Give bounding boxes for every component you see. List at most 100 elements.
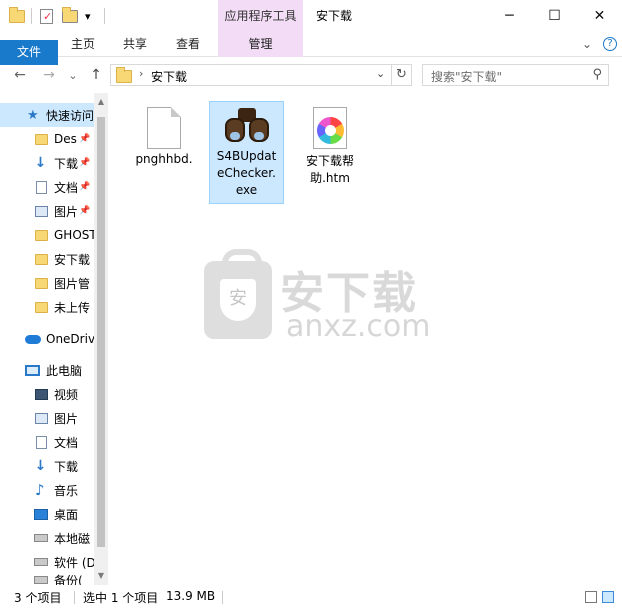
nav-label: 下载: [54, 156, 79, 171]
maximize-button[interactable]: ☐: [532, 0, 577, 32]
nav-item-documents[interactable]: 文档 📌: [0, 175, 94, 199]
recent-locations-button[interactable]: ⌄: [63, 65, 83, 85]
nav-label: 文档: [54, 180, 79, 195]
nav-label: 此电脑: [46, 363, 83, 378]
watermark-bag-icon: 安: [204, 249, 272, 339]
nav-item-music[interactable]: ♪ 音乐: [0, 478, 94, 502]
binoculars-icon: [224, 106, 270, 144]
search-placeholder: 搜索"安下载": [431, 70, 503, 84]
address-bar[interactable]: › 安下载 ⌄ ↻: [110, 64, 412, 86]
nav-label: 未上传: [54, 300, 91, 315]
nav-item-videos[interactable]: 视频: [0, 382, 94, 406]
forward-button[interactable]: →: [39, 65, 59, 85]
window-title: 安下载: [316, 9, 353, 23]
refresh-button[interactable]: ↻: [391, 65, 411, 85]
nav-label: 图片管: [54, 276, 91, 291]
status-selection: 选中 1 个项目: [83, 591, 159, 605]
nav-item-desktop[interactable]: Des 📌: [0, 127, 94, 151]
nav-label: 图片: [54, 204, 79, 219]
nav-label: 软件 (D: [54, 555, 94, 570]
file-item[interactable]: pnghhbd.: [128, 101, 200, 172]
file-item-selected[interactable]: S4BUpdateChecker.exe: [209, 101, 284, 204]
breadcrumb-chevron-icon[interactable]: ›: [139, 67, 143, 80]
tab-home[interactable]: 主页: [62, 32, 104, 57]
context-tab-title: 应用程序工具: [218, 0, 303, 32]
help-icon[interactable]: ?: [603, 37, 617, 51]
star-icon: ★: [27, 107, 39, 123]
htm-file-icon: [313, 107, 347, 149]
nav-item-desktop-pc[interactable]: 桌面: [0, 502, 94, 526]
nav-label: 备份(: [54, 574, 83, 585]
address-dropdown-icon[interactable]: ⌄: [376, 67, 385, 80]
nav-quick-access[interactable]: ★ 快速访问: [0, 103, 94, 127]
drive-icon: [34, 558, 48, 566]
tab-share[interactable]: 共享: [114, 32, 156, 57]
nav-item-downloads-pc[interactable]: ↓ 下载: [0, 454, 94, 478]
cloud-icon: [25, 334, 41, 344]
nav-item-downloads[interactable]: ↓ 下载 📌: [0, 151, 94, 175]
nav-scrollbar[interactable]: ▲ ▼: [94, 93, 108, 585]
back-button[interactable]: ←: [10, 65, 30, 85]
nav-item-not-uploaded[interactable]: 未上传: [0, 295, 94, 319]
nav-item-documents-pc[interactable]: 文档: [0, 430, 94, 454]
minimize-button[interactable]: ─: [487, 0, 532, 32]
search-icon[interactable]: ⚲: [592, 67, 602, 82]
qa-separator: [104, 8, 105, 24]
folder-icon: [35, 133, 48, 145]
nav-label: 下载: [54, 459, 79, 474]
nav-item-pictures-pc[interactable]: 图片: [0, 406, 94, 430]
nav-label: 视频: [54, 387, 79, 402]
picture-icon: [35, 205, 48, 217]
status-separator: [222, 591, 223, 604]
nav-label: OneDriv: [46, 332, 94, 346]
nav-item-anxz[interactable]: 安下载: [0, 247, 94, 271]
qa-dropdown-icon[interactable]: ▾: [85, 6, 91, 26]
navigation-pane: ★ 快速访问 Des 📌 ↓ 下载 📌 文档 📌 图片 📌 GHOST 安下载 …: [0, 93, 108, 585]
scroll-thumb[interactable]: [97, 117, 105, 547]
tab-manage[interactable]: 管理: [218, 32, 303, 57]
status-item-count: 3 个项目: [14, 591, 62, 605]
details-view-icon[interactable]: [585, 591, 597, 603]
up-button[interactable]: ↑: [86, 65, 106, 85]
tab-view[interactable]: 查看: [167, 32, 209, 57]
ribbon-tabs: 文件 主页 共享 查看 管理 ⌄ ?: [0, 32, 622, 65]
status-size: 13.9 MB: [166, 589, 216, 603]
nav-item-picture-manager[interactable]: 图片管: [0, 271, 94, 295]
close-button[interactable]: ✕: [577, 0, 622, 32]
download-icon: ↓: [34, 458, 47, 474]
breadcrumb-current[interactable]: 安下载: [151, 68, 187, 85]
nav-item-this-pc[interactable]: 此电脑: [0, 358, 94, 382]
nav-label: 文档: [54, 435, 79, 450]
ribbon-collapse-icon[interactable]: ⌄: [582, 32, 592, 57]
nav-item-software-drive[interactable]: 软件 (D: [0, 550, 94, 574]
folder-icon: [35, 253, 48, 265]
nav-item-onedrive[interactable]: OneDriv: [0, 327, 94, 351]
download-icon: ↓: [34, 155, 47, 171]
nav-item-ghost[interactable]: GHOST: [0, 223, 94, 247]
large-icons-view-icon[interactable]: [602, 591, 614, 603]
file-item[interactable]: 安下载帮助.htm: [294, 101, 366, 191]
watermark-en-text: anxz.com: [286, 309, 431, 344]
nav-label: 安下载: [54, 252, 91, 267]
nav-item-backup-drive[interactable]: 备份(: [0, 574, 94, 585]
qa-folder-icon[interactable]: [9, 6, 25, 26]
nav-label: GHOST: [54, 228, 94, 242]
folder-icon: [35, 301, 48, 313]
nav-item-local-disk[interactable]: 本地磁: [0, 526, 94, 550]
search-input[interactable]: 搜索"安下载" ⚲: [422, 64, 609, 86]
qa-properties-icon[interactable]: ✓: [40, 6, 53, 26]
folder-icon: [35, 229, 48, 241]
qa-new-folder-icon[interactable]: [62, 6, 78, 26]
watermark: 安 安下载 anxz.com: [204, 249, 444, 351]
desktop-icon: [34, 508, 48, 520]
nav-label: 桌面: [54, 507, 79, 522]
nav-label: 快速访问: [46, 108, 94, 123]
drive-icon: [34, 576, 48, 584]
nav-item-pictures[interactable]: 图片 📌: [0, 199, 94, 223]
title-bar: ✓ ▾ 应用程序工具 安下载 ─ ☐ ✕: [0, 0, 622, 32]
scroll-down-icon[interactable]: ▼: [94, 571, 108, 580]
nav-label: 图片: [54, 411, 79, 426]
qa-separator: [31, 8, 32, 24]
scroll-up-icon[interactable]: ▲: [94, 97, 108, 106]
nav-label: 本地磁: [54, 531, 91, 546]
